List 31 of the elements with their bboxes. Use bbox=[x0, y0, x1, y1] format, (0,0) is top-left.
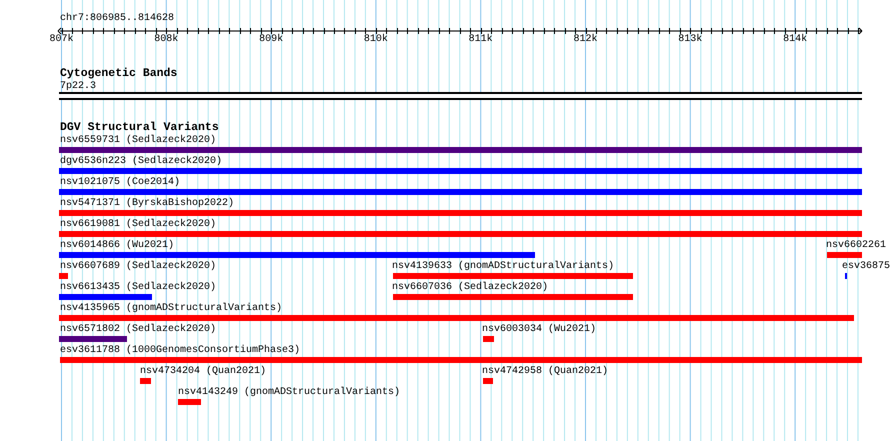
variant-label: nsv6602261 bbox=[826, 240, 886, 252]
variant-label: nsv6613435 (Sedlazeck2020) bbox=[60, 282, 216, 294]
variant-label: nsv1021075 (Coe2014) bbox=[60, 177, 180, 189]
location-label: chr7:806985..814628 bbox=[60, 13, 174, 25]
tick-label: 813k bbox=[678, 34, 702, 46]
variant-label: nsv6014866 (Wu2021) bbox=[60, 240, 174, 252]
variant-label: nsv6003034 (Wu2021) bbox=[482, 324, 596, 336]
tick-label: 811k bbox=[468, 34, 493, 46]
variant-label: nsv6607689 (Sedlazeck2020) bbox=[60, 261, 216, 273]
variant-label: nsv4135965 (gnomADStructuralVariants) bbox=[60, 303, 282, 315]
variant-label: nsv6559731 (Sedlazeck2020) bbox=[60, 135, 216, 147]
tick-label: 807k bbox=[50, 34, 74, 46]
variant-label: nsv6571802 (Sedlazeck2020) bbox=[60, 324, 216, 336]
tick-label: 814k bbox=[783, 34, 808, 46]
tick-label: 809k bbox=[259, 34, 284, 46]
variant-label: esv36875 bbox=[842, 261, 890, 273]
variant-label: esv3611788 (1000GenomesConsortiumPhase3) bbox=[60, 345, 300, 357]
variant-label: dgv6536n223 (Sedlazeck2020) bbox=[60, 156, 222, 168]
tick-label: 810k bbox=[364, 34, 388, 46]
tick-label: 808k bbox=[154, 34, 178, 46]
track-title: Cytogenetic Bands bbox=[60, 67, 178, 81]
variant-label: nsv4734204 (Quan2021) bbox=[140, 366, 266, 378]
variant-label: nsv5471371 (ByrskaBishop2022) bbox=[60, 198, 234, 210]
variant-label: nsv4143249 (gnomADStructuralVariants) bbox=[178, 387, 400, 399]
variant-label: nsv4139633 (gnomADStructuralVariants) bbox=[392, 261, 614, 273]
variant-label: nsv6619081 (Sedlazeck2020) bbox=[60, 219, 216, 231]
band-label: 7p22.3 bbox=[60, 81, 96, 93]
variant-label: nsv4742958 (Quan2021) bbox=[482, 366, 608, 378]
track-title: DGV Structural Variants bbox=[60, 121, 219, 134]
variant-label: nsv6607036 (Sedlazeck2020) bbox=[392, 282, 548, 294]
tick-label: 812k bbox=[574, 34, 598, 46]
